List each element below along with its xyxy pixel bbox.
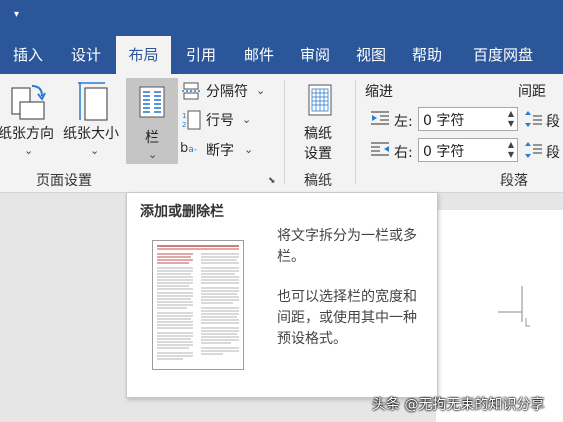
line-numbers-icon: 1 2: [182, 110, 202, 130]
manuscript-label-1: 稿纸: [304, 126, 332, 142]
group-separator: [355, 80, 356, 184]
tab-references[interactable]: 引用: [173, 36, 229, 74]
breaks-button[interactable]: 分隔符 ⌄: [180, 80, 272, 102]
chevron-down-icon: ⌄: [24, 144, 34, 157]
spacing-before-icon: [524, 110, 542, 128]
tab-view[interactable]: 视图: [343, 36, 399, 74]
chevron-down-icon: ⌄: [256, 84, 266, 97]
tooltip-title: 添加或删除栏: [140, 204, 224, 220]
tab-mailings[interactable]: 邮件: [231, 36, 287, 74]
title-bar: ▾: [0, 0, 563, 36]
indent-right-value: 0 字符: [423, 144, 465, 160]
orientation-button[interactable]: 纸张方向 ⌄: [0, 74, 60, 166]
breaks-label: 分隔符: [206, 84, 248, 100]
tab-help[interactable]: 帮助: [399, 36, 455, 74]
indent-right-icon: [371, 141, 391, 157]
size-button[interactable]: 纸张大小 ⌄: [62, 74, 124, 166]
tab-layout[interactable]: 布局: [116, 36, 171, 74]
columns-label: 栏: [145, 130, 159, 146]
columns-preview-image: [152, 240, 244, 370]
chevron-down-icon: ⌄: [90, 144, 100, 157]
ribbon-layout: 纸张方向 ⌄ 纸张大小 ⌄ 栏 ⌄ 分隔符 ⌄ 1 2 行号 ⌄ ba- 断字 …: [0, 74, 563, 193]
tooltip-description-line: 预设格式。: [277, 331, 347, 347]
indent-left-value: 0 字符: [423, 113, 465, 129]
columns-button[interactable]: 栏 ⌄: [126, 78, 178, 164]
hyphenation-label: 断字: [206, 143, 234, 159]
svg-text:2: 2: [182, 121, 186, 129]
spin-down-icon[interactable]: ▼: [508, 120, 514, 128]
indent-left-label: 左:: [394, 114, 413, 130]
manuscript-label-2: 设置: [304, 146, 332, 162]
page-setup-group-label: 页面设置: [36, 173, 92, 189]
tab-design[interactable]: 设计: [58, 36, 114, 74]
columns-icon: [139, 86, 165, 118]
spin-down-icon[interactable]: ▼: [508, 151, 514, 159]
customize-quick-access-button[interactable]: ▾: [14, 9, 19, 20]
tooltip-description-line: 将文字拆分为一栏或多: [277, 228, 417, 244]
indent-left-icon: [371, 110, 391, 126]
spacing-before-label[interactable]: 段: [546, 111, 560, 131]
indent-label: 缩进: [365, 84, 393, 100]
tooltip-description-line: 栏。: [277, 249, 305, 265]
tooltip-description-line: 间距，或使用其中一种: [277, 310, 417, 326]
spacing-after-label[interactable]: 段: [546, 142, 560, 162]
indent-right-input[interactable]: 0 字符 ▲ ▼: [418, 138, 518, 162]
manuscript-group-label: 稿纸: [304, 173, 332, 189]
document-page[interactable]: [436, 210, 563, 422]
breaks-icon: [182, 82, 202, 100]
columns-tooltip: 添加或删除栏 将文字拆分为一栏或多 栏。 也可以选择栏的宽度和 间距，或使用其中…: [126, 192, 438, 398]
watermark: 头条 @无拘无束的知识分享: [372, 397, 545, 413]
svg-text:1: 1: [182, 112, 186, 120]
indent-left-input[interactable]: 0 字符 ▲ ▼: [418, 107, 518, 131]
text-cursor: [498, 282, 532, 338]
tab-baidu-netdisk[interactable]: 百度网盘: [460, 36, 546, 74]
size-label: 纸张大小: [63, 126, 119, 142]
ribbon-tab-bar: 插入 设计 布局 引用 邮件 审阅 视图 帮助 百度网盘: [0, 36, 563, 74]
spacing-label: 间距: [518, 84, 546, 100]
manuscript-settings-button[interactable]: 稿纸 设置: [292, 80, 348, 166]
tab-insert[interactable]: 插入: [0, 36, 56, 74]
spin-up-icon[interactable]: ▲: [508, 141, 514, 149]
paragraph-group-label: 段落: [500, 173, 528, 189]
line-numbers-button[interactable]: 1 2 行号 ⌄: [180, 109, 260, 131]
dialog-launcher-icon[interactable]: ⬊: [268, 176, 276, 186]
tooltip-description-line: 也可以选择栏的宽度和: [277, 289, 417, 305]
hyphenation-button[interactable]: ba- 断字 ⌄: [180, 139, 270, 161]
orientation-label: 纸张方向: [0, 126, 54, 142]
hyphenation-icon: ba-: [180, 141, 198, 156]
spin-up-icon[interactable]: ▲: [508, 110, 514, 118]
chevron-down-icon: ⌄: [244, 143, 254, 156]
line-numbers-label: 行号: [206, 113, 234, 129]
group-separator: [284, 80, 285, 184]
chevron-down-icon: ⌄: [242, 113, 252, 126]
spacing-after-icon: [524, 141, 542, 159]
chevron-down-icon: ⌄: [148, 148, 158, 161]
tab-review[interactable]: 审阅: [287, 36, 343, 74]
manuscript-icon: [308, 84, 332, 116]
page-orientation-icon: [10, 82, 46, 122]
indent-right-label: 右:: [394, 145, 413, 161]
page-size-icon: [77, 80, 111, 122]
chevron-down-icon: ▾: [14, 9, 20, 20]
